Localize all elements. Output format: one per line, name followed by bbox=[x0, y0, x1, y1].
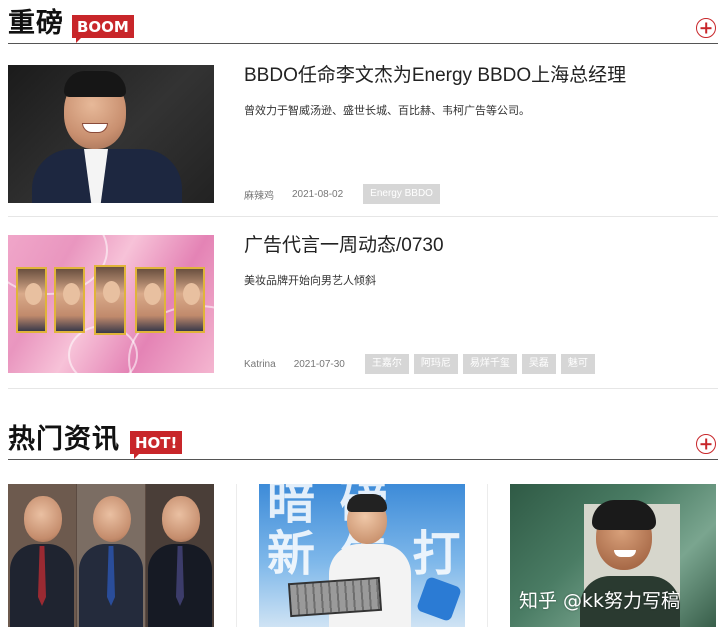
article-date: 2021-08-02 bbox=[292, 188, 344, 200]
article-author: 麻辣鸡 bbox=[244, 190, 274, 202]
article-thumbnail[interactable] bbox=[8, 235, 214, 373]
section-divider bbox=[8, 43, 718, 44]
section-badge-boom: BOOM bbox=[72, 15, 134, 43]
hot-news-card-thumbnail[interactable] bbox=[8, 484, 214, 627]
section-divider bbox=[8, 459, 718, 460]
article-tag[interactable]: 易烊千玺 bbox=[462, 354, 517, 374]
article-meta: 麻辣鸡 2021-08-02 Energy BBDO bbox=[244, 184, 445, 204]
article-card[interactable]: BBDO任命李文杰为Energy BBDO上海总经理 曾效力于智威汤逊、盛世长城… bbox=[8, 65, 718, 217]
article-thumbnail[interactable] bbox=[8, 65, 214, 203]
article-tag[interactable]: Energy BBDO bbox=[363, 184, 440, 204]
article-card[interactable]: 广告代言一周动态/0730 美妆品牌开始向男艺人倾斜 Katrina 2021-… bbox=[8, 235, 718, 389]
article-tag[interactable]: 王嘉尔 bbox=[364, 354, 409, 374]
zhihu-watermark: 知乎 @kk努力写稿 bbox=[519, 590, 681, 612]
article-summary: 曾效力于智威汤逊、盛世长城、百比赫、韦柯广告等公司。 bbox=[244, 105, 530, 117]
article-tag[interactable]: 魅可 bbox=[560, 354, 595, 374]
section-title-featured: 重磅 bbox=[8, 8, 64, 39]
plus-circle-icon[interactable] bbox=[696, 18, 716, 38]
article-date: 2021-07-30 bbox=[293, 358, 345, 370]
article-tag[interactable]: 吴磊 bbox=[521, 354, 556, 374]
hot-news-card-thumbnail[interactable]: 暗 磅 新 生 打 工 bbox=[259, 484, 465, 627]
section-header-featured: 重磅 BOOM bbox=[8, 4, 718, 44]
section-header-hot: 热门资讯 HOT! bbox=[8, 420, 718, 460]
article-headline-link[interactable]: 广告代言一周动态/0730 bbox=[244, 235, 444, 257]
article-author: Katrina bbox=[244, 358, 276, 370]
section-title-hot: 热门资讯 bbox=[8, 424, 120, 455]
plus-circle-icon[interactable] bbox=[696, 434, 716, 454]
article-headline-link[interactable]: BBDO任命李文杰为Energy BBDO上海总经理 bbox=[244, 65, 626, 87]
card-divider bbox=[236, 484, 237, 627]
article-summary: 美妆品牌开始向男艺人倾斜 bbox=[244, 275, 376, 287]
article-tag[interactable]: 阿玛尼 bbox=[413, 354, 458, 374]
card-divider bbox=[487, 484, 488, 627]
section-badge-hot: HOT! bbox=[130, 431, 183, 459]
article-meta: Katrina 2021-07-30 王嘉尔 阿玛尼 易烊千玺 吴磊 魅可 bbox=[244, 354, 600, 374]
